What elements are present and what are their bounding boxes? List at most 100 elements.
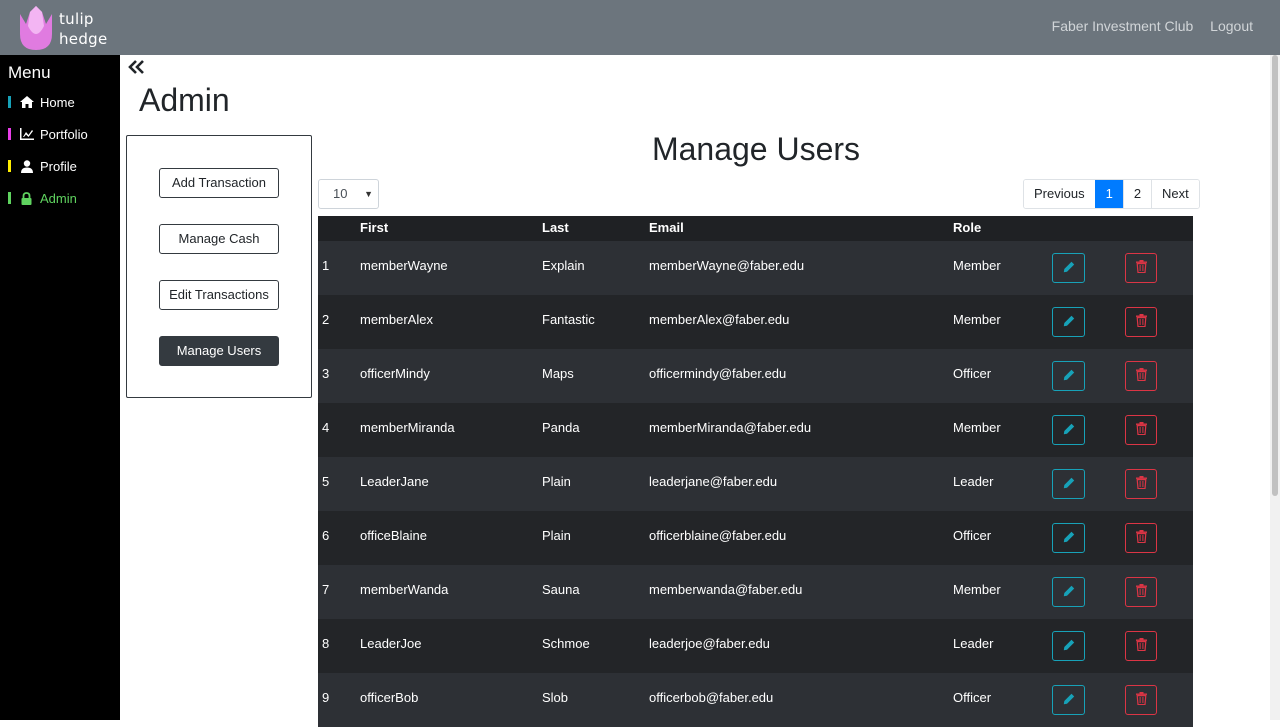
cell-first-name: LeaderJane [360,474,429,489]
row-index: 6 [322,528,330,543]
table-row: 5 LeaderJane Plain leaderjane@faber.edu Lead… [318,457,1193,511]
cell-last-name: Schmoe [542,636,590,651]
cell-first-name: memberAlex [360,312,433,327]
edit-user-button[interactable] [1052,253,1085,283]
manage-users-button[interactable]: Manage Users [159,336,279,366]
cell-first-name: officeBlaine [360,528,427,543]
column-header-first: First [360,220,389,235]
cell-email: memberMiranda@faber.edu [649,420,812,435]
cell-email: leaderjane@faber.edu [649,474,778,489]
pencil-icon [1063,423,1075,438]
delete-user-button[interactable] [1125,685,1157,715]
pagination-page-1[interactable]: 1 [1094,180,1123,208]
double-chevron-left-icon[interactable] [128,58,146,76]
cell-role: Officer [953,366,992,381]
sidebar-accent-bar [8,192,11,204]
delete-user-button[interactable] [1125,577,1157,607]
row-index: 4 [322,420,330,435]
edit-transactions-button[interactable]: Edit Transactions [159,280,279,310]
delete-user-button[interactable] [1125,253,1157,283]
trash-icon [1135,530,1147,546]
table-row: 4 memberMiranda Panda memberMiranda@faber.e… [318,403,1193,457]
sidebar-item-label: Portfolio [40,126,88,142]
page-size-select[interactable]: 10 ▼ [318,179,379,209]
sidebar-item-admin[interactable]: Admin [8,190,77,206]
edit-user-button[interactable] [1052,577,1085,607]
cell-email: officerbob@faber.edu [649,690,774,705]
table-row: 1 memberWayne Explain memberWayne@faber.edu… [318,241,1193,295]
cell-last-name: Plain [542,474,571,489]
tulip-logo-icon [20,6,52,50]
cell-last-name: Sauna [542,582,580,597]
pencil-icon [1063,315,1075,330]
sidebar-accent-bar [8,160,11,172]
sidebar-item-profile[interactable]: Profile [8,158,77,174]
row-index: 3 [322,366,330,381]
table-row: 2 memberAlex Fantastic memberAlex@faber.edu… [318,295,1193,349]
delete-user-button[interactable] [1125,523,1157,553]
page-scrollbar[interactable] [1270,55,1280,720]
cell-role: Officer [953,528,992,543]
sidebar-accent-bar [8,96,11,108]
table-body: 1 memberWayne Explain memberWayne@faber.edu… [318,241,1193,727]
scrollbar-thumb[interactable] [1272,55,1278,496]
sidebar-item-label: Admin [40,190,77,206]
trash-icon [1135,584,1147,600]
users-table: First Last Email Role 1 memberWayne Explai… [318,216,1193,727]
cell-last-name: Slob [542,690,569,705]
delete-user-button[interactable] [1125,307,1157,337]
table-row: 9 officerBob Slob officerbob@faber.edu Offic… [318,673,1193,727]
table-row: 3 officerMindy Maps officermindy@faber.edu O… [318,349,1193,403]
trash-icon [1135,314,1147,330]
top-nav-links: Faber Investment Club Logout [1039,18,1253,34]
delete-user-button[interactable] [1125,469,1157,499]
club-link[interactable]: Faber Investment Club [1052,18,1194,34]
cell-role: Leader [953,636,994,651]
manage-cash-button[interactable]: Manage Cash [159,224,279,254]
delete-user-button[interactable] [1125,361,1157,391]
edit-user-button[interactable] [1052,361,1085,391]
edit-user-button[interactable] [1052,307,1085,337]
cell-email: memberWayne@faber.edu [649,258,805,273]
logout-link[interactable]: Logout [1210,18,1253,34]
add-transaction-button[interactable]: Add Transaction [159,168,279,198]
column-header-email: Email [649,220,684,235]
cell-role: Member [953,312,1001,327]
cell-email: memberAlex@faber.edu [649,312,790,327]
edit-user-button[interactable] [1052,685,1085,715]
edit-user-button[interactable] [1052,523,1085,553]
cell-role: Member [953,258,1001,273]
page-size-value: 10 [333,186,348,201]
row-index: 9 [322,690,330,705]
sidebar-item-home[interactable]: Home [8,94,75,110]
cell-last-name: Plain [542,528,571,543]
cell-role: Officer [953,690,992,705]
delete-user-button[interactable] [1125,415,1157,445]
cell-email: leaderjoe@faber.edu [649,636,770,651]
table-row: 6 officeBlaine Plain officerblaine@faber.ed… [318,511,1193,565]
edit-user-button[interactable] [1052,469,1085,499]
sidebar-item-portfolio[interactable]: Portfolio [8,126,88,142]
pagination-page-2[interactable]: 2 [1122,180,1152,208]
row-index: 7 [322,582,330,597]
row-index: 8 [322,636,330,651]
edit-user-button[interactable] [1052,631,1085,661]
pencil-icon [1063,585,1075,600]
cell-first-name: memberWanda [360,582,449,597]
cell-role: Member [953,582,1001,597]
delete-user-button[interactable] [1125,631,1157,661]
cell-last-name: Panda [542,420,580,435]
pagination-next[interactable]: Next [1151,180,1199,208]
column-header-last: Last [542,220,569,235]
edit-user-button[interactable] [1052,415,1085,445]
user-icon [19,159,34,173]
home-icon [19,95,34,109]
chart-icon [19,127,34,141]
pagination-previous[interactable]: Previous [1024,180,1095,208]
trash-icon [1135,476,1147,492]
cell-last-name: Fantastic [542,312,595,327]
brand-logo[interactable]: tulip hedge [16,4,116,52]
cell-last-name: Explain [542,258,585,273]
pencil-icon [1063,477,1075,492]
cell-role: Member [953,420,1001,435]
